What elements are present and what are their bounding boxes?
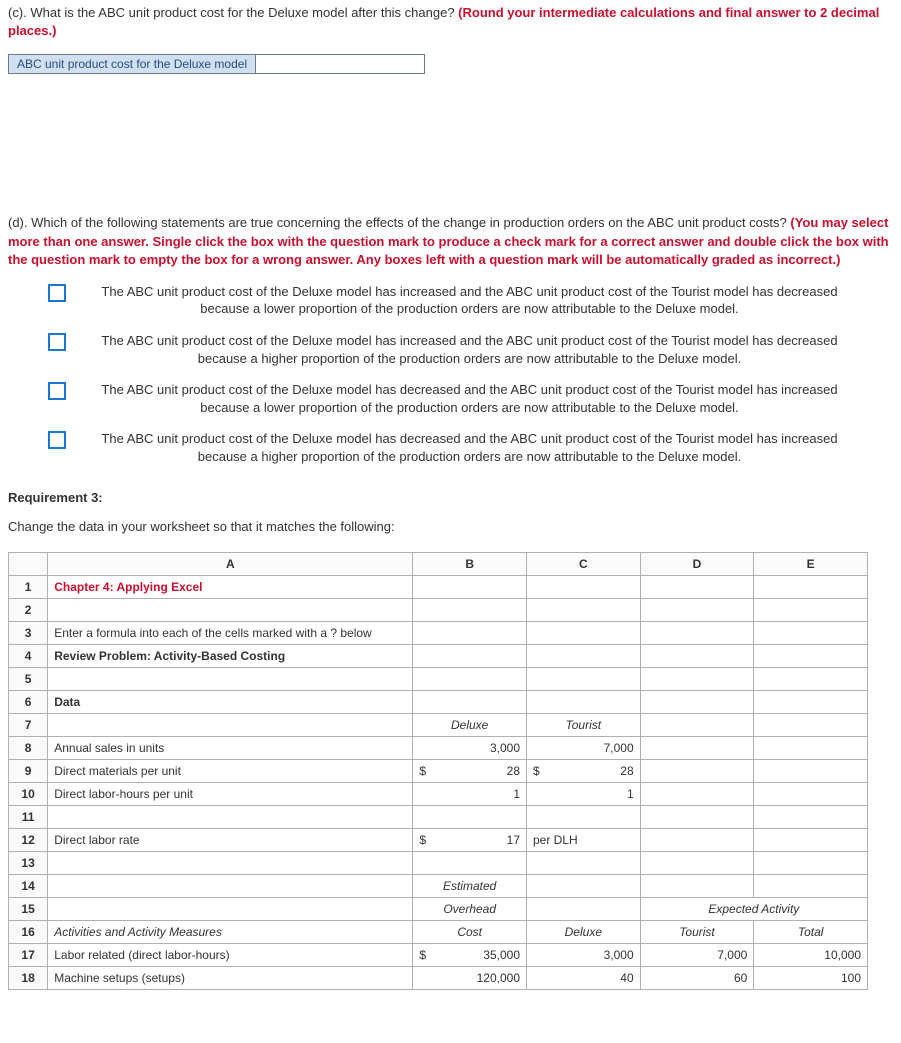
option-row-3: The ABC unit product cost of the Deluxe … (48, 381, 893, 416)
cell-10a: Direct labor-hours per unit (48, 782, 413, 805)
cell-8a: Annual sales in units (48, 736, 413, 759)
table-row: 3 Enter a formula into each of the cells… (9, 621, 868, 644)
option-text-4: The ABC unit product cost of the Deluxe … (76, 430, 893, 465)
header-e: E (754, 552, 868, 575)
cell-16a: Activities and Activity Measures (48, 920, 413, 943)
option-checkbox-3[interactable] (48, 382, 66, 400)
part-c-prompt-text: (c). What is the ABC unit product cost f… (8, 5, 458, 20)
header-d: D (640, 552, 754, 575)
cell-10c: 1 (527, 782, 641, 805)
excel-table: A B C D E 1 Chapter 4: Applying Excel 2 … (8, 552, 868, 990)
option-text-2: The ABC unit product cost of the Deluxe … (76, 332, 893, 367)
header-b: B (413, 552, 527, 575)
cell-17a: Labor related (direct labor-hours) (48, 943, 413, 966)
cell-17c: 3,000 (527, 943, 641, 966)
table-row: 8 Annual sales in units 3,000 7,000 (9, 736, 868, 759)
option-row-4: The ABC unit product cost of the Deluxe … (48, 430, 893, 465)
requirement-3-title: Requirement 3: (8, 489, 893, 507)
cell-17d: 7,000 (640, 943, 754, 966)
table-row: 10 Direct labor-hours per unit 1 1 (9, 782, 868, 805)
header-blank (9, 552, 48, 575)
cell-9a: Direct materials per unit (48, 759, 413, 782)
cell-16e: Total (754, 920, 868, 943)
options-container: The ABC unit product cost of the Deluxe … (8, 283, 893, 465)
part-d-prompt-text: (d). Which of the following statements a… (8, 215, 790, 230)
table-row: 6 Data (9, 690, 868, 713)
header-c: C (527, 552, 641, 575)
cell-10b: 1 (413, 782, 527, 805)
table-row: 18 Machine setups (setups) 120,000 40 60… (9, 966, 868, 989)
option-row-2: The ABC unit product cost of the Deluxe … (48, 332, 893, 367)
cell-18e: 100 (754, 966, 868, 989)
option-row-1: The ABC unit product cost of the Deluxe … (48, 283, 893, 318)
cell-9c-sym: $ (533, 764, 545, 778)
cell-18b: 120,000 (413, 966, 527, 989)
cell-8c: 7,000 (527, 736, 641, 759)
table-row: 16 Activities and Activity Measures Cost… (9, 920, 868, 943)
cell-17e: 10,000 (754, 943, 868, 966)
table-row: 1 Chapter 4: Applying Excel (9, 575, 868, 598)
table-row: 17 Labor related (direct labor-hours) $3… (9, 943, 868, 966)
cell-17b-sym: $ (419, 948, 431, 962)
cell-14b: Estimated (413, 874, 527, 897)
cell-6a: Data (48, 690, 413, 713)
cell-9b-sym: $ (419, 764, 431, 778)
table-row: 4 Review Problem: Activity-Based Costing (9, 644, 868, 667)
part-d-prompt: (d). Which of the following statements a… (8, 214, 893, 269)
cell-12a: Direct labor rate (48, 828, 413, 851)
part-c-prompt: (c). What is the ABC unit product cost f… (8, 4, 893, 40)
table-row: 13 (9, 851, 868, 874)
cell-3a: Enter a formula into each of the cells m… (48, 621, 413, 644)
option-checkbox-2[interactable] (48, 333, 66, 351)
cell-12b-sym: $ (419, 833, 431, 847)
cell-15d: Expected Activity (640, 897, 867, 920)
table-row: 5 (9, 667, 868, 690)
cell-1a: Chapter 4: Applying Excel (48, 575, 413, 598)
requirement-3-instruction: Change the data in your worksheet so tha… (8, 518, 893, 536)
cell-8b: 3,000 (413, 736, 527, 759)
table-row: 14 Estimated (9, 874, 868, 897)
cell-12b-val: 17 (431, 833, 520, 847)
cell-16b: Cost (413, 920, 527, 943)
cell-18c: 40 (527, 966, 641, 989)
option-text-1: The ABC unit product cost of the Deluxe … (76, 283, 893, 318)
abc-cost-input-label: ABC unit product cost for the Deluxe mod… (8, 54, 256, 74)
part-c-section: (c). What is the ABC unit product cost f… (8, 4, 893, 74)
table-header-row: A B C D E (9, 552, 868, 575)
part-d-section: (d). Which of the following statements a… (8, 214, 893, 465)
cell-17b-val: 35,000 (431, 948, 520, 962)
cell-12c: per DLH (527, 828, 641, 851)
option-checkbox-4[interactable] (48, 431, 66, 449)
abc-cost-input[interactable] (256, 54, 425, 74)
table-row: 11 (9, 805, 868, 828)
header-a: A (48, 552, 413, 575)
table-row: 7 Deluxe Tourist (9, 713, 868, 736)
option-checkbox-1[interactable] (48, 284, 66, 302)
cell-7b: Deluxe (413, 713, 527, 736)
table-row: 12 Direct labor rate $17 per DLH (9, 828, 868, 851)
cell-18d: 60 (640, 966, 754, 989)
cell-7c: Tourist (527, 713, 641, 736)
cell-4a: Review Problem: Activity-Based Costing (48, 644, 413, 667)
cell-9b-val: 28 (431, 764, 520, 778)
table-row: 15 Overhead Expected Activity (9, 897, 868, 920)
table-row: 2 (9, 598, 868, 621)
cell-16c: Deluxe (527, 920, 641, 943)
cell-18a: Machine setups (setups) (48, 966, 413, 989)
cell-15b: Overhead (413, 897, 527, 920)
cell-9c-val: 28 (545, 764, 634, 778)
abc-cost-input-group: ABC unit product cost for the Deluxe mod… (8, 54, 893, 74)
cell-16d: Tourist (640, 920, 754, 943)
option-text-3: The ABC unit product cost of the Deluxe … (76, 381, 893, 416)
requirement-3-section: Requirement 3: Change the data in your w… (8, 489, 893, 989)
table-row: 9 Direct materials per unit $28 $28 (9, 759, 868, 782)
